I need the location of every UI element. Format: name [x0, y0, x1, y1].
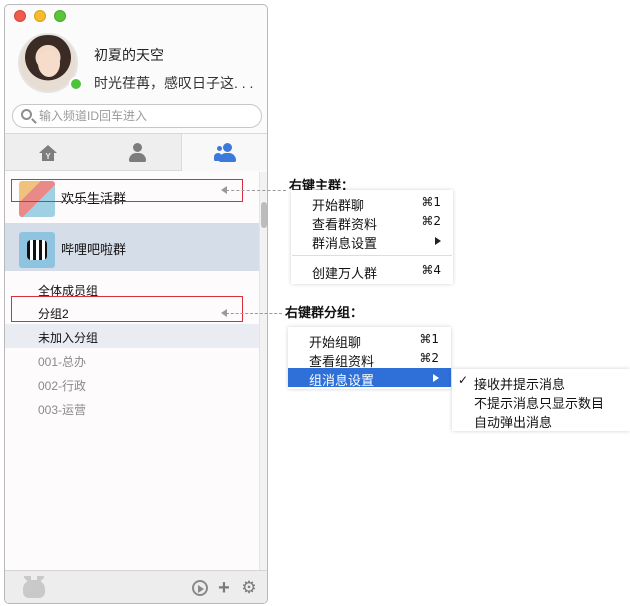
menu-item-view-group-info[interactable]: 查看群资料 ⌘2 — [291, 212, 453, 232]
menu-item-shortcut: ⌘4 — [421, 263, 441, 277]
group-icon — [214, 143, 238, 163]
scrollbar-thumb[interactable] — [261, 202, 267, 228]
menu-item-auto-popup[interactable]: 自动弹出消息 — [452, 410, 630, 430]
menu-item-label: 组消息设置 — [309, 373, 375, 388]
subgroup-item[interactable]: 002-行政 — [38, 377, 86, 394]
menu-item-subgroup-message-settings[interactable]: 组消息设置 — [288, 368, 451, 388]
leader-line — [226, 190, 286, 191]
menu-item-count-only[interactable]: 不提示消息只显示数目 — [452, 391, 630, 411]
main-group-context-menu: 开始群聊 ⌘1 查看群资料 ⌘2 群消息设置 创建万人群 ⌘4 — [291, 190, 453, 284]
channel-search-box[interactable] — [12, 104, 262, 128]
subgroup-context-menu: 开始组聊 ⌘1 查看组资料 ⌘2 组消息设置 — [288, 327, 451, 389]
avatar-face — [38, 50, 60, 77]
add-icon[interactable]: + — [216, 578, 232, 598]
menu-separator — [292, 255, 452, 256]
menu-item-start-subgroup-chat[interactable]: 开始组聊 ⌘1 — [288, 330, 451, 350]
subgroup-highlight-box — [11, 296, 243, 322]
main-group-highlight-box — [11, 179, 243, 202]
menu-item-label: 创建万人群 — [312, 266, 378, 281]
menu-item-label: 群消息设置 — [312, 236, 378, 251]
person-icon — [129, 143, 146, 163]
nickname[interactable]: 初夏的天空 — [94, 45, 164, 65]
subgroup-item[interactable]: 001-总办 — [38, 353, 86, 370]
group-item-selected[interactable]: 哔哩吧啦群 — [5, 223, 259, 271]
menu-item-view-subgroup-info[interactable]: 查看组资料 ⌘2 — [288, 349, 451, 369]
minimize-window-button[interactable] — [34, 10, 46, 22]
zoom-window-button[interactable] — [54, 10, 66, 22]
mascot-icon[interactable] — [19, 576, 49, 600]
subgroup-item[interactable]: 003-运营 — [38, 401, 86, 418]
menu-item-shortcut: ⌘1 — [421, 195, 441, 209]
tab-yy-channel[interactable] — [5, 134, 93, 171]
group-list: 欢乐生活群 哔哩吧啦群 全体成员组 分组2 未加入分组 001-总办 002-行… — [5, 172, 259, 570]
group-avatar — [19, 232, 55, 268]
submenu-arrow-icon — [433, 374, 439, 382]
signature[interactable]: 时光荏苒，感叹日子这. . . — [94, 73, 253, 93]
channel-search-input[interactable] — [39, 108, 249, 124]
tab-groups[interactable] — [181, 134, 267, 171]
subgroup-item[interactable]: 未加入分组 — [38, 329, 98, 346]
bottom-toolbar: + ⚙ — [5, 570, 267, 603]
search-icon — [21, 109, 32, 120]
menu-item-group-message-settings[interactable]: 群消息设置 — [291, 231, 453, 251]
submenu-arrow-icon — [435, 237, 441, 245]
message-settings-submenu: ✓ 接收并提示消息 不提示消息只显示数目 自动弹出消息 — [452, 369, 630, 431]
menu-item-label: 自动弹出消息 — [474, 415, 553, 430]
online-status-icon — [69, 77, 83, 91]
menu-item-start-group-chat[interactable]: 开始群聊 ⌘1 — [291, 193, 453, 213]
menu-item-shortcut: ⌘1 — [419, 332, 439, 346]
gear-icon[interactable]: ⚙ — [241, 579, 257, 596]
close-window-button[interactable] — [14, 10, 26, 22]
list-scrollbar[interactable] — [259, 172, 267, 570]
subgroup-caption: 右键群分组： — [285, 305, 364, 320]
play-icon[interactable] — [192, 580, 208, 596]
menu-item-shortcut: ⌘2 — [419, 351, 439, 365]
group-name: 哔哩吧啦群 — [61, 242, 127, 257]
leader-line — [226, 313, 282, 314]
tab-contacts[interactable] — [93, 134, 181, 171]
checkmark-icon: ✓ — [458, 373, 469, 387]
house-y-icon — [39, 145, 57, 161]
title-bar — [5, 5, 267, 25]
main-tabs — [5, 133, 267, 171]
menu-item-shortcut: ⌘2 — [421, 214, 441, 228]
menu-item-receive-and-notify[interactable]: ✓ 接收并提示消息 — [452, 372, 630, 392]
menu-item-create-large-group[interactable]: 创建万人群 ⌘4 — [291, 261, 453, 281]
